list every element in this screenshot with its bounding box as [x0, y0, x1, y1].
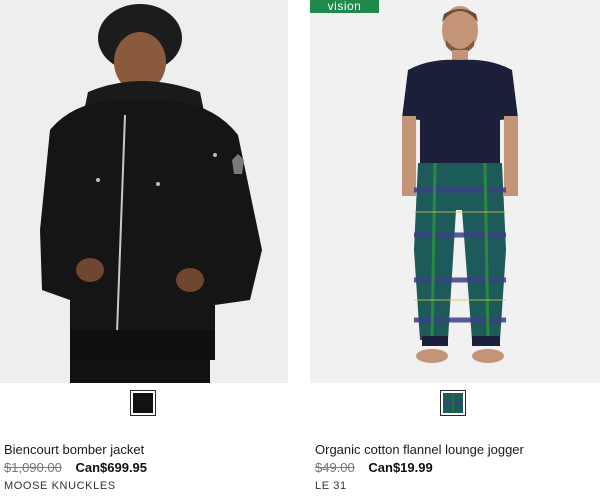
product-card-lounge-jogger[interactable]: vision Organic cotton flannel lounge jog…	[310, 0, 600, 492]
brand-name[interactable]: LE 31	[315, 479, 600, 493]
product-image-bomber-jacket[interactable]	[0, 0, 288, 383]
price-row: $1,090.00 Can$699.95	[4, 460, 294, 476]
original-price: $1,090.00	[4, 460, 62, 475]
product-info: Organic cotton flannel lounge jogger $49…	[315, 442, 600, 493]
product-title[interactable]: Organic cotton flannel lounge jogger	[315, 442, 600, 458]
product-info: Biencourt bomber jacket $1,090.00 Can$69…	[4, 442, 294, 493]
product-card-biencourt[interactable]: Biencourt bomber jacket $1,090.00 Can$69…	[0, 0, 288, 492]
color-swatch-plaid[interactable]	[440, 390, 466, 416]
jacket-photo-illustration	[0, 0, 288, 383]
brand-name[interactable]: MOOSE KNUCKLES	[4, 479, 294, 493]
product-title[interactable]: Biencourt bomber jacket	[4, 442, 294, 458]
original-price: $49.00	[315, 460, 355, 475]
swatch-fill	[133, 393, 153, 413]
color-swatches	[310, 390, 600, 418]
jogger-photo-illustration	[310, 0, 600, 383]
product-image-lounge-jogger[interactable]: vision	[310, 0, 600, 383]
color-swatch-black[interactable]	[130, 390, 156, 416]
price-row: $49.00 Can$19.99	[315, 460, 600, 476]
sale-price: Can$19.99	[368, 460, 433, 475]
swatch-fill	[443, 393, 463, 413]
vision-badge: vision	[310, 0, 379, 13]
color-swatches	[0, 390, 288, 418]
sale-price: Can$699.95	[75, 460, 148, 475]
